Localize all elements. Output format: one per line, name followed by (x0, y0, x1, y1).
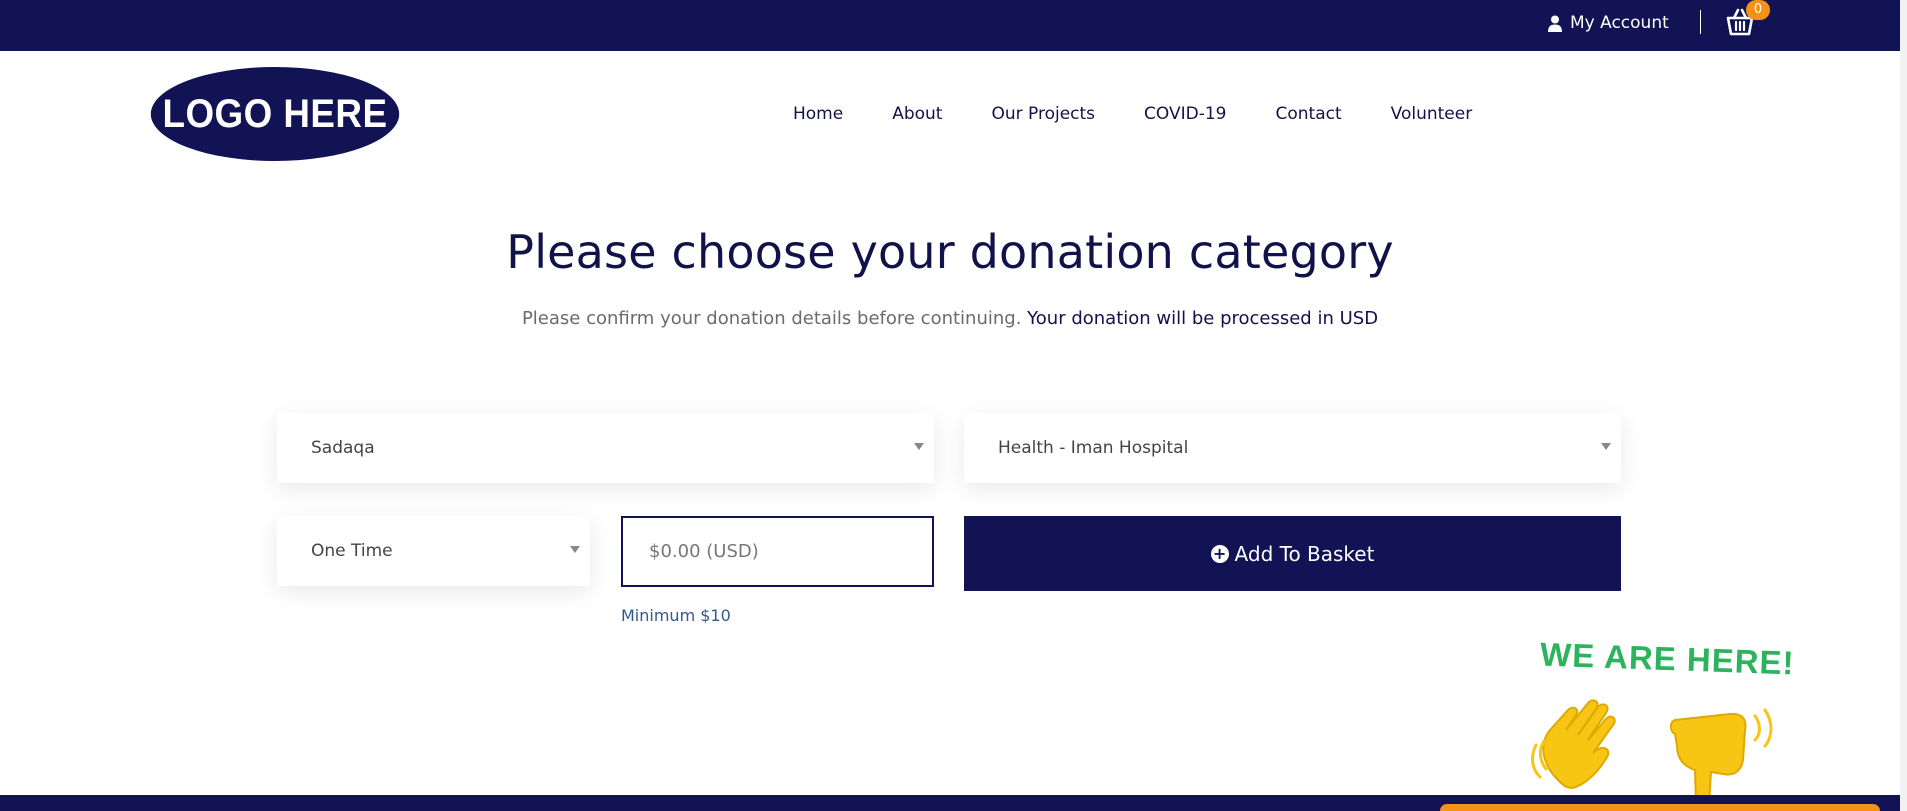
project-value: Health - Iman Hospital (998, 438, 1189, 458)
add-to-basket-button[interactable]: + Add To Basket (964, 516, 1621, 591)
user-icon (1548, 15, 1562, 32)
nav-our-projects[interactable]: Our Projects (991, 104, 1095, 124)
chevron-down-icon (570, 546, 580, 553)
subtitle-text: Please confirm your donation details bef… (521, 308, 1022, 329)
we-are-here-widget[interactable]: WE ARE HERE! (1520, 630, 1795, 811)
page-scrollbar[interactable] (1900, 0, 1907, 811)
minimum-note: Minimum $10 (621, 606, 731, 625)
top-bar: My Account 0 (0, 0, 1900, 51)
category-value: Sadaqa (311, 438, 375, 458)
waving-hand-icon (1531, 699, 1616, 789)
cart-count-badge: 0 (1746, 0, 1770, 20)
amount-input[interactable] (621, 516, 934, 587)
my-account-link[interactable]: My Account (1548, 12, 1669, 34)
nav-home[interactable]: Home (793, 104, 843, 124)
site-logo[interactable]: LOGO HERE (150, 67, 400, 161)
nav-contact[interactable]: Contact (1276, 104, 1342, 124)
page-subtitle: Please confirm your donation details bef… (0, 308, 1900, 329)
chevron-down-icon (914, 443, 924, 450)
frequency-select[interactable]: One Time (277, 516, 590, 586)
nav-about[interactable]: About (892, 104, 942, 124)
we-are-here-text: WE ARE HERE! (1539, 635, 1796, 682)
nav-volunteer[interactable]: Volunteer (1391, 104, 1473, 124)
donation-category-select[interactable]: Sadaqa (277, 413, 934, 483)
nav-covid-19[interactable]: COVID-19 (1144, 104, 1226, 124)
project-select[interactable]: Health - Iman Hospital (964, 413, 1621, 483)
add-to-basket-label: Add To Basket (1234, 541, 1375, 566)
my-account-label: My Account (1570, 13, 1669, 33)
currency-note: Your donation will be processed in USD (1027, 308, 1379, 329)
chat-launcher-bar[interactable] (1440, 804, 1880, 811)
frequency-value: One Time (311, 541, 393, 561)
plus-circle-icon: + (1210, 544, 1229, 563)
main-nav: Home About Our Projects COVID-19 Contact… (793, 104, 1521, 124)
page-title: Please choose your donation category (506, 225, 1394, 279)
top-divider (1700, 10, 1701, 34)
chevron-down-icon (1601, 443, 1611, 450)
